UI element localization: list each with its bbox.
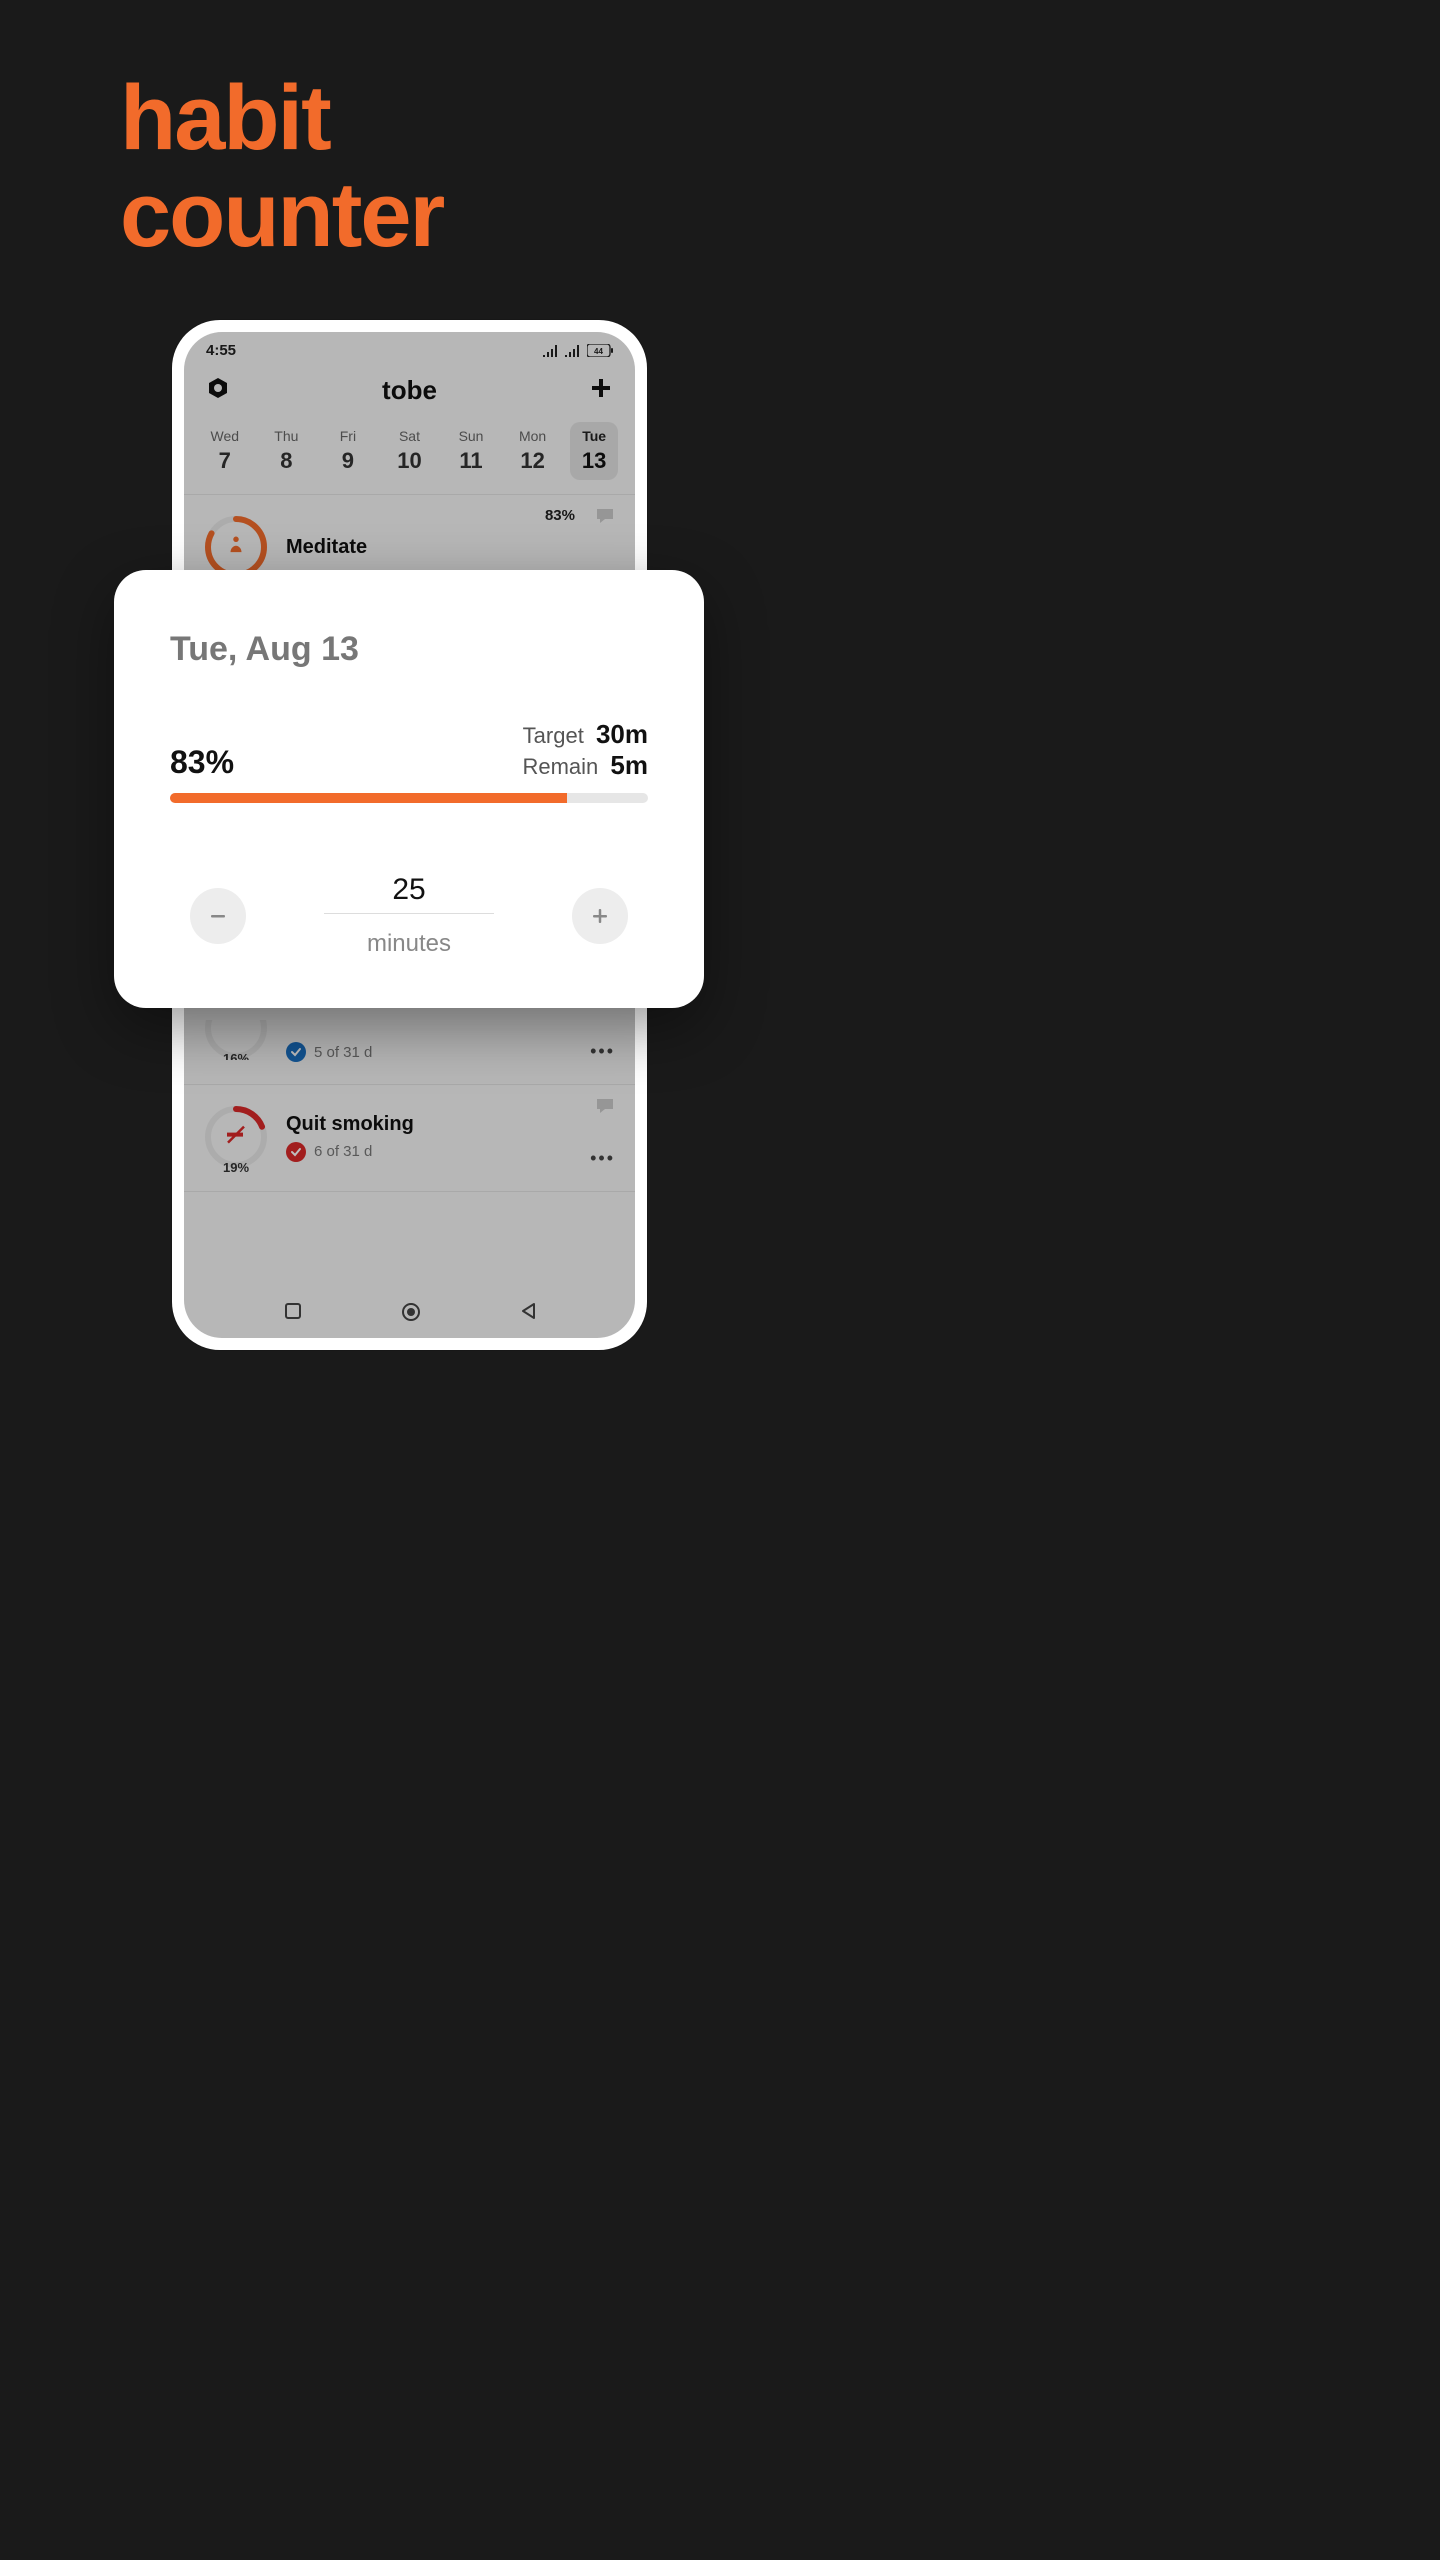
decrement-button[interactable] [190,888,246,944]
day-cell-wed[interactable]: Wed 7 [201,422,249,480]
habit-ring-pct: 19% [223,1160,249,1175]
modal-percentage: 83% [170,744,234,781]
meditate-icon [225,534,247,556]
marketing-line2: counter [120,167,443,264]
status-bar: 4:55 44 [184,332,635,365]
stepper-value-group: 25 minutes [276,873,542,958]
app-title: tobe [382,375,437,406]
status-time: 4:55 [206,342,236,359]
comment-icon[interactable] [595,507,615,530]
day-name: Mon [519,428,546,444]
habit-title: Quit smoking [286,1113,615,1136]
nav-recents-button[interactable] [284,1302,302,1322]
counter-stepper: 25 minutes [170,873,648,958]
habit-sub-text: 5 of 31 d [314,1044,372,1061]
modal-progress-bar [170,793,648,803]
modal-date: Tue, Aug 13 [170,630,648,669]
habit-row-blue[interactable]: 16% 5 of 31 d ••• [184,1042,635,1085]
habit-info: Meditate [286,536,615,559]
modal-target-row: Target 30m [522,719,648,750]
day-number: 12 [520,448,544,474]
battery-icon: 44 [587,344,613,357]
habit-title: Meditate [286,536,615,559]
check-icon [286,1042,306,1062]
settings-icon [206,376,230,400]
habit-info: 5 of 31 d [286,1042,615,1062]
signal-icon [543,345,559,357]
habit-info: Quit smoking 6 of 31 d [286,1113,615,1162]
add-habit-button[interactable] [589,376,613,405]
day-cell-mon[interactable]: Mon 12 [509,422,557,480]
day-cell-sun[interactable]: Sun 11 [447,422,495,480]
habit-progress-ring: 19% [204,1105,268,1169]
target-label: Target [523,723,584,748]
habit-day-pct: 83% [545,507,575,524]
day-cell-thu[interactable]: Thu 8 [262,422,310,480]
modal-stats: 83% Target 30m Remain 5m [170,719,648,781]
signal-icon-2 [565,345,581,357]
settings-button[interactable] [206,376,230,405]
habit-progress-ring: 16% [204,1020,268,1060]
habit-counter-modal: Tue, Aug 13 83% Target 30m Remain 5m 25 … [114,570,704,1008]
marketing-line1: habit [120,70,443,167]
day-cell-tue[interactable]: Tue 13 [570,422,618,480]
remain-value: 5m [610,750,648,780]
stepper-unit: minutes [276,930,542,958]
increment-button[interactable] [572,888,628,944]
day-cell-fri[interactable]: Fri 9 [324,422,372,480]
day-name: Thu [274,428,298,444]
day-number: 11 [459,448,482,474]
app-header: tobe [184,365,635,418]
modal-targets: Target 30m Remain 5m [522,719,648,781]
comment-icon[interactable] [595,1097,615,1120]
minus-icon [206,904,230,928]
day-name: Wed [211,428,240,444]
day-cell-sat[interactable]: Sat 10 [385,422,433,480]
habit-sub: 5 of 31 d [286,1042,615,1062]
marketing-title: habit counter [120,70,443,263]
day-number: 13 [582,448,606,474]
modal-remain-row: Remain 5m [522,750,648,781]
nav-back-button[interactable] [520,1302,536,1322]
nav-home-button[interactable] [401,1302,421,1322]
day-name: Sat [399,428,420,444]
svg-text:44: 44 [594,347,603,356]
plus-icon [589,376,613,400]
day-number: 7 [219,448,231,474]
remain-label: Remain [522,754,598,779]
habit-sub-text: 6 of 31 d [314,1143,372,1160]
habit-row-quit-smoking[interactable]: 19% Quit smoking 6 of 31 d ••• [184,1085,635,1192]
modal-progress-fill [170,793,567,803]
day-number: 8 [280,448,292,474]
day-number: 9 [342,448,354,474]
habit-ring-pct: 16% [223,1051,249,1060]
check-icon [286,1142,306,1162]
android-nav-bar [184,1292,635,1332]
day-strip: Wed 7 Thu 8 Fri 9 Sat 10 Sun 11 Mon 12 Tue 13 [184,418,635,494]
status-right: 44 [543,344,613,357]
day-name: Tue [582,428,606,444]
day-name: Sun [459,428,484,444]
stepper-value[interactable]: 25 [324,873,494,914]
day-name: Fri [340,428,356,444]
day-number: 10 [397,448,421,474]
plus-icon [588,904,612,928]
more-button[interactable]: ••• [590,1148,615,1169]
habit-sub: 6 of 31 d [286,1142,615,1162]
target-value: 30m [596,719,648,749]
more-button[interactable]: ••• [590,1041,615,1062]
no-smoking-icon [224,1123,248,1147]
